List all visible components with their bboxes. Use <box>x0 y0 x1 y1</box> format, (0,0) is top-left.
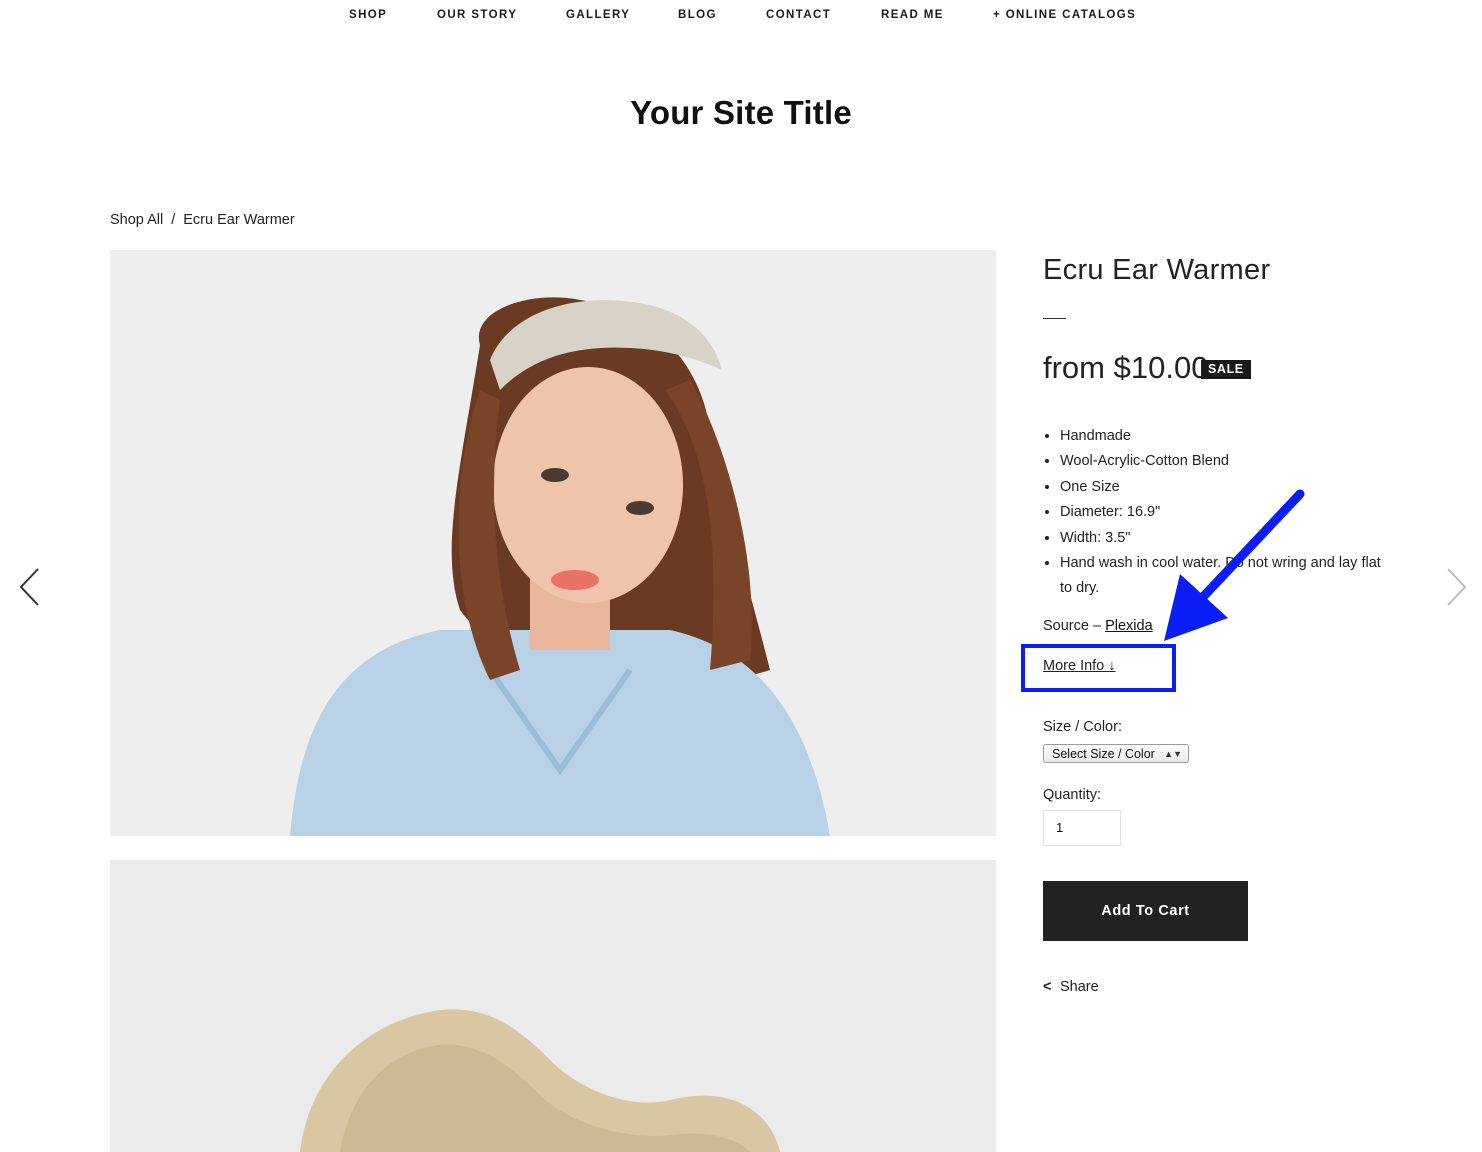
product-price: from $10.00 <box>1043 350 1209 385</box>
breadcrumb-separator: / <box>171 212 176 228</box>
chevron-right-icon[interactable] <box>1440 566 1470 608</box>
nav-gallery[interactable]: GALLERY <box>566 9 630 21</box>
top-nav: SHOP OUR STORY GALLERY BLOG CONTACT READ… <box>0 0 1482 32</box>
ear-warmer-photo <box>110 860 996 1152</box>
product-title: Ecru Ear Warmer <box>1043 254 1271 286</box>
nav-our-story[interactable]: OUR STORY <box>437 9 517 21</box>
nav-read-me[interactable]: READ ME <box>881 9 944 21</box>
share-icon: < <box>1043 979 1052 995</box>
size-color-label: Size / Color: <box>1043 719 1122 735</box>
source-label: Source – <box>1043 618 1102 634</box>
size-color-select-value: Select Size / Color <box>1052 747 1155 761</box>
nav-shop[interactable]: SHOP <box>349 9 387 21</box>
sale-badge: SALE <box>1201 360 1251 379</box>
model-photo <box>110 250 996 836</box>
source-link[interactable]: Plexida <box>1105 618 1153 634</box>
select-arrows-icon: ▲▼ <box>1164 749 1182 759</box>
arrow-annotation-icon <box>1164 489 1305 641</box>
title-divider <box>1043 318 1066 319</box>
feature-item: Handmade <box>1060 424 1395 449</box>
size-color-select[interactable]: Select Size / Color ▲▼ <box>1043 744 1189 763</box>
chevron-left-icon[interactable] <box>16 566 46 608</box>
nav-blog[interactable]: BLOG <box>678 9 717 21</box>
add-to-cart-button[interactable]: Add To Cart <box>1043 881 1248 941</box>
product-image-secondary[interactable] <box>110 860 996 1152</box>
share-label: Share <box>1060 979 1099 995</box>
breadcrumb-current: Ecru Ear Warmer <box>183 212 295 228</box>
feature-item: Wool-Acrylic-Cotton Blend <box>1060 449 1395 474</box>
source-line: Source – Plexida <box>1043 618 1153 634</box>
breadcrumb: Shop All / Ecru Ear Warmer <box>110 212 295 228</box>
breadcrumb-shop-all[interactable]: Shop All <box>110 212 163 228</box>
site-title[interactable]: Your Site Title <box>0 94 1482 132</box>
share-button[interactable]: < Share <box>1043 979 1099 995</box>
product-image-main[interactable] <box>110 250 996 836</box>
nav-contact[interactable]: CONTACT <box>766 9 831 21</box>
nav-online-catalogs[interactable]: + ONLINE CATALOGS <box>993 9 1136 21</box>
annotation-highlight-box <box>1021 644 1176 692</box>
quantity-input[interactable]: 1 <box>1043 810 1121 846</box>
quantity-label: Quantity: <box>1043 787 1102 803</box>
